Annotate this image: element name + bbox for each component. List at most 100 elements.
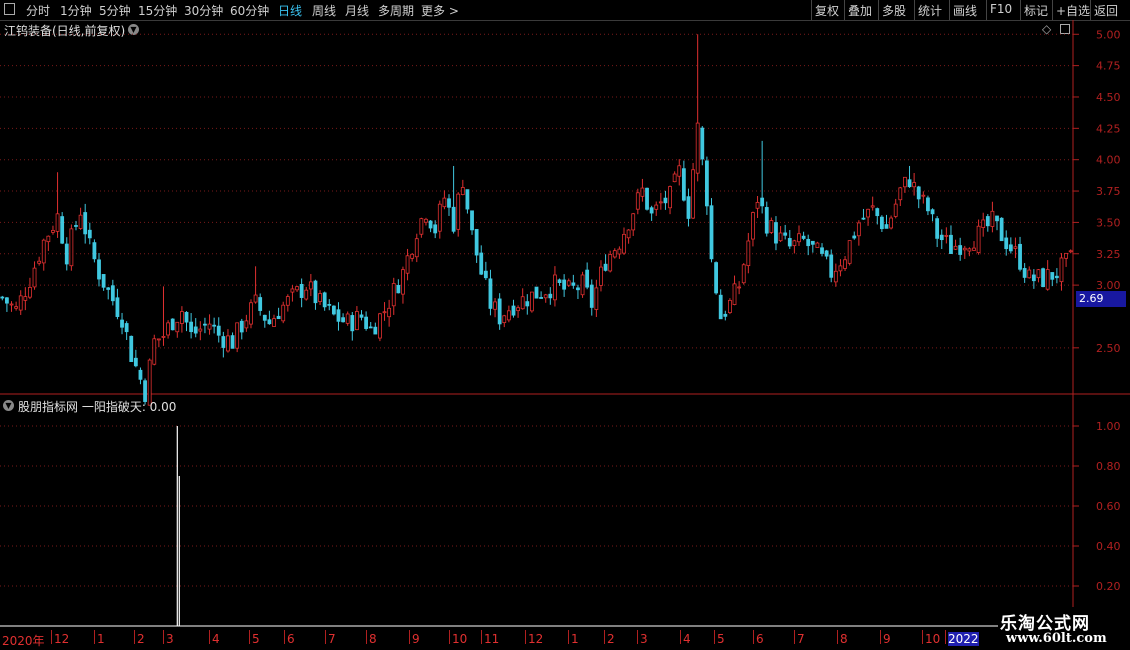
candle-body — [921, 194, 926, 197]
candle-body — [640, 187, 645, 197]
indicator-chart[interactable]: 1.00 0.80 0.60 0.40 0.20 — [0, 396, 1130, 628]
candle-body — [304, 289, 309, 300]
toolbar-button[interactable]: 标记 — [1024, 2, 1048, 19]
indicator-tick-label: 0.60 — [1096, 500, 1121, 513]
candle-body — [410, 253, 415, 259]
candle-body — [668, 186, 672, 209]
candle-body — [230, 335, 235, 349]
candle-body — [341, 317, 345, 323]
date-axis-label: 11 — [484, 632, 500, 646]
candle-body — [258, 297, 263, 311]
date-axis-label: 9 — [883, 632, 891, 646]
toolbar-button[interactable]: 返回 — [1094, 2, 1118, 19]
candle-body — [870, 205, 875, 208]
candle-body — [1027, 269, 1032, 279]
date-axis-label: 7 — [328, 632, 336, 646]
candle-body — [820, 247, 824, 254]
candle-body — [387, 307, 392, 318]
toolbar-button[interactable]: 叠加 — [848, 2, 872, 19]
candle-body — [764, 207, 769, 234]
candle-body — [746, 240, 751, 267]
candle-body — [741, 264, 746, 284]
candle-body — [474, 228, 479, 256]
toolbar-button[interactable]: 复权 — [815, 2, 839, 19]
indicator-tick-label: 1.00 — [1096, 420, 1121, 433]
candle-body — [944, 234, 949, 237]
date-axis-tick — [449, 630, 450, 644]
candle-body — [138, 369, 143, 380]
price-tick-label: 3.25 — [1096, 248, 1121, 261]
candle-body — [193, 326, 198, 334]
candlestick-chart[interactable]: 5.004.754.504.254.003.753.503.253.002.50 — [0, 20, 1130, 414]
date-axis-tick — [249, 630, 250, 644]
candle-body — [483, 270, 488, 279]
price-tick-label: 3.75 — [1096, 185, 1121, 198]
candle-body — [585, 269, 590, 288]
candle-body — [516, 307, 520, 312]
toolbar-separator — [811, 0, 812, 20]
candle-body — [290, 288, 295, 293]
period-tab[interactable]: 周线 — [312, 2, 336, 19]
date-axis-label: 2020年 — [2, 634, 45, 648]
candle-body — [60, 216, 65, 244]
candle-body — [700, 127, 705, 160]
period-tab[interactable]: 月线 — [345, 2, 369, 19]
candle-body — [364, 316, 369, 329]
candle-body — [401, 269, 405, 295]
period-tab[interactable]: 30分钟 — [184, 2, 223, 19]
toolbar-separator — [986, 0, 987, 20]
candle-body — [760, 197, 765, 207]
toolbar-separator — [844, 0, 845, 20]
candle-body — [447, 198, 451, 208]
date-axis-tick — [680, 630, 681, 644]
candle-body — [654, 204, 659, 210]
candle-body — [898, 187, 903, 201]
candle-body — [626, 229, 631, 239]
candle-body — [571, 282, 576, 286]
date-axis-tick — [94, 630, 95, 644]
candle-body — [1068, 250, 1073, 253]
period-tab[interactable]: 1分钟 — [60, 2, 92, 19]
candle-body — [1041, 268, 1045, 288]
current-price-tag: 2.69 — [1076, 291, 1126, 307]
toolbar-button[interactable]: 多股 — [882, 2, 906, 19]
period-tab[interactable]: 15分钟 — [138, 2, 177, 19]
toolbar-button[interactable]: F10 — [990, 2, 1012, 16]
toolbar-button[interactable]: 画线 — [953, 2, 977, 19]
candle-body — [216, 325, 221, 336]
candle-body — [833, 270, 838, 283]
toolbar-button[interactable]: +自选 — [1056, 2, 1090, 19]
candle-body — [166, 322, 170, 336]
candle-body — [622, 233, 626, 254]
candle-body — [378, 313, 382, 339]
candle-body — [55, 213, 60, 232]
candle-body — [433, 224, 438, 234]
candle-body — [327, 303, 332, 306]
candle-body — [267, 319, 272, 325]
toolbar-separator — [878, 0, 879, 20]
candle-body — [525, 301, 530, 307]
candle-body — [46, 235, 51, 243]
candle-body — [783, 232, 788, 236]
date-axis-tick — [481, 630, 482, 644]
period-tab[interactable]: 60分钟 — [230, 2, 269, 19]
candle-body — [912, 182, 917, 188]
candle-body — [755, 201, 760, 209]
candle-body — [769, 220, 774, 233]
date-axis-label: 6 — [287, 632, 295, 646]
price-tick-label: 4.75 — [1096, 60, 1121, 73]
period-tab[interactable]: 日线 — [278, 2, 302, 19]
candle-body — [1031, 274, 1036, 282]
period-tab[interactable]: 分时 — [26, 2, 50, 19]
toolbar-button[interactable]: 统计 — [918, 2, 942, 19]
candle-body — [589, 284, 594, 308]
date-axis-tick — [714, 630, 715, 644]
period-tab[interactable]: 更多 > — [421, 2, 459, 19]
candle-body — [852, 235, 857, 239]
candle-body — [534, 286, 539, 299]
candle-body — [92, 242, 97, 260]
period-tab[interactable]: 5分钟 — [99, 2, 131, 19]
period-tab[interactable]: 多周期 — [378, 2, 414, 19]
candle-body — [428, 220, 433, 229]
panel-toggle-icon[interactable] — [4, 3, 15, 15]
